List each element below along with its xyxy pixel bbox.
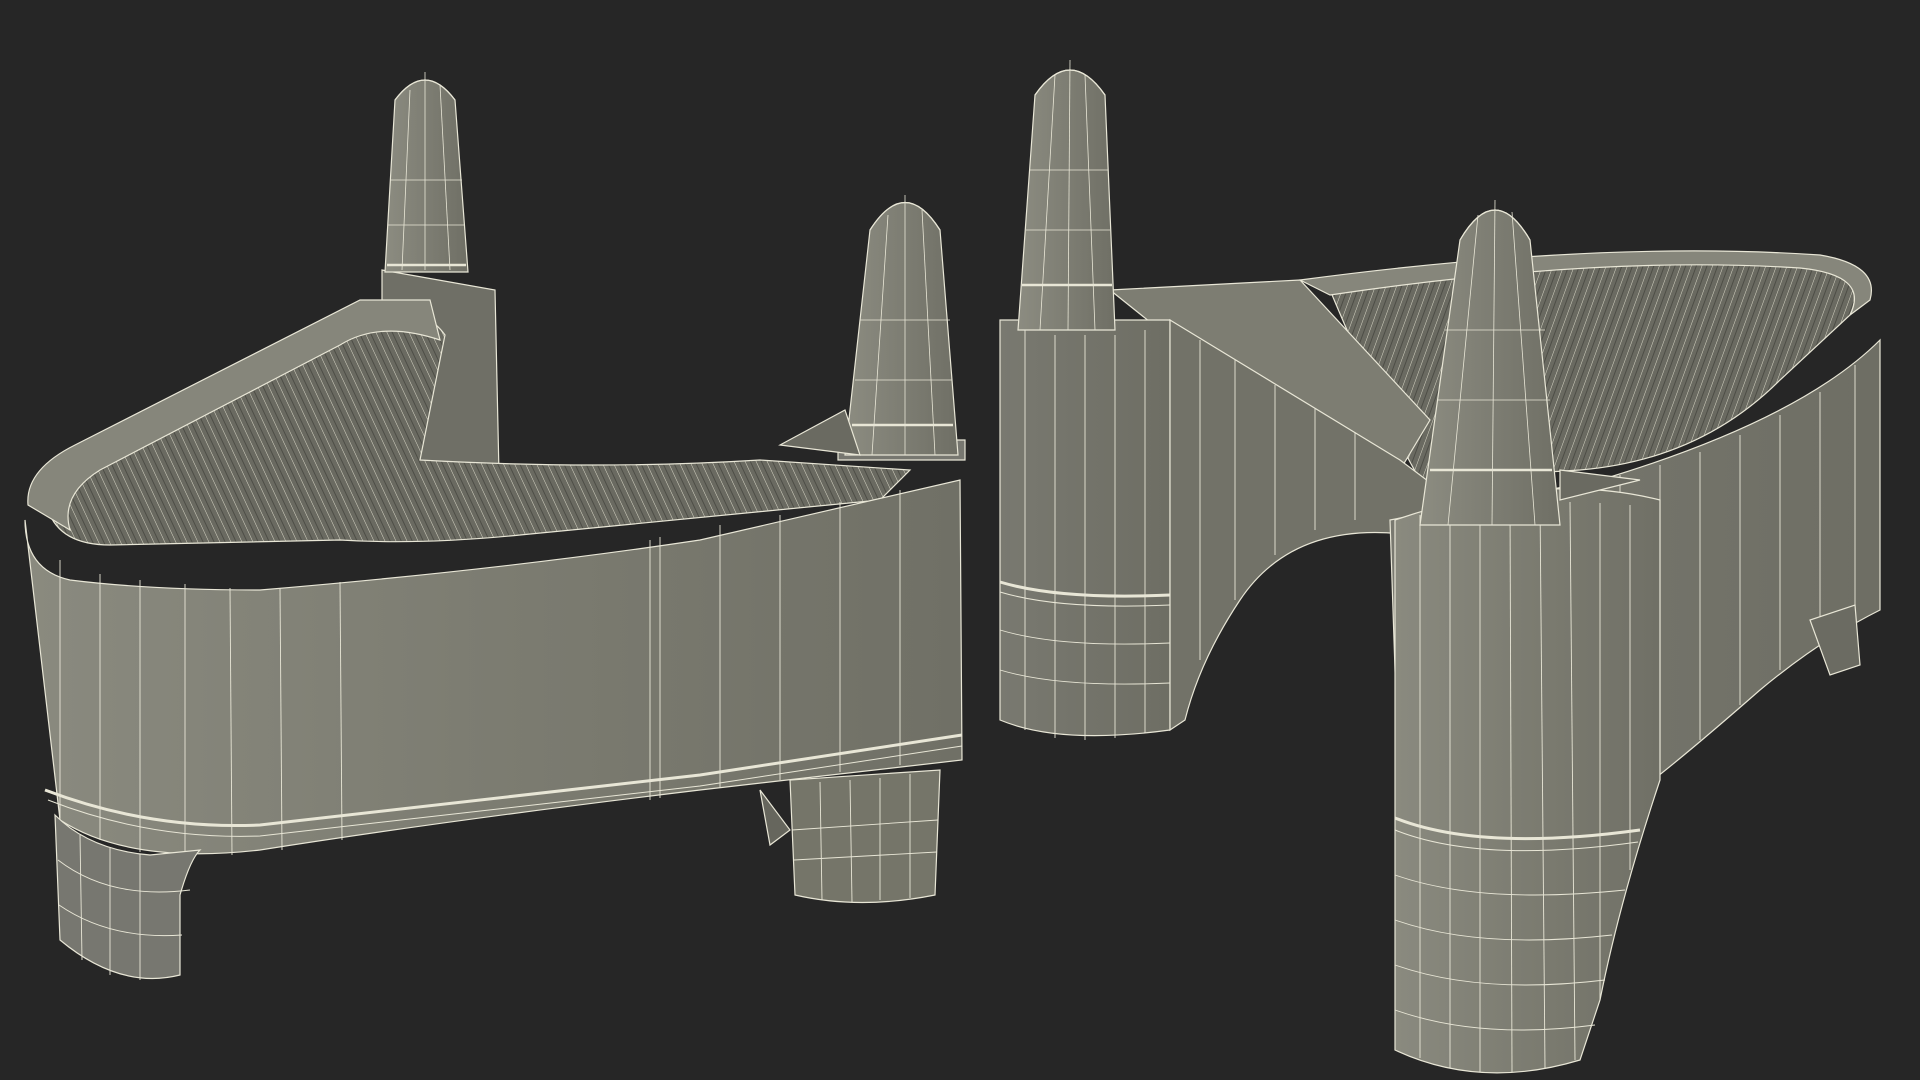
clip-left-model	[24, 72, 966, 980]
right-back-spike	[1017, 69, 1116, 331]
left-leg-2	[789, 769, 941, 904]
clip-right-model	[999, 59, 1881, 1074]
left-back-spike	[384, 79, 469, 273]
3d-viewport	[0, 0, 1920, 1080]
wireframe-render	[24, 59, 1881, 1074]
left-front-spike	[844, 202, 959, 456]
